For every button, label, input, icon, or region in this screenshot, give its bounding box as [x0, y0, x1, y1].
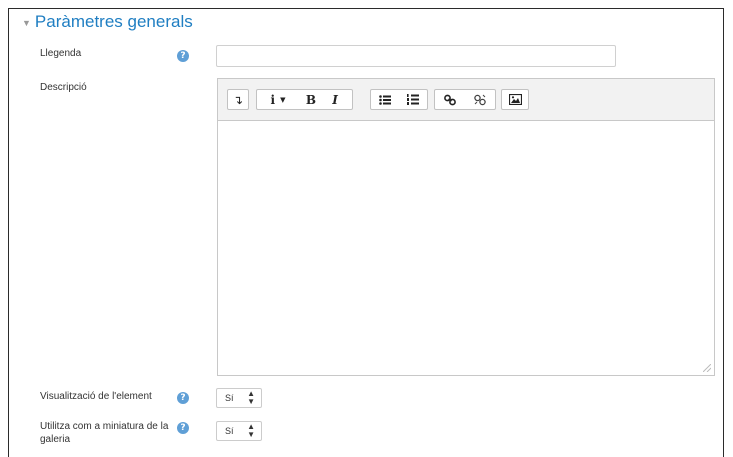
visibility-label: Visualització de l'element: [40, 391, 152, 402]
description-editor[interactable]: ↴ i ▼ B I: [217, 78, 715, 376]
italic-button[interactable]: I: [323, 90, 347, 109]
link-button[interactable]: [435, 90, 465, 109]
unordered-list-button[interactable]: [371, 90, 399, 109]
image-button-inner: [502, 90, 528, 109]
unordered-list-icon: [379, 94, 391, 105]
bold-button[interactable]: B: [299, 90, 323, 109]
info-icon: i: [270, 92, 276, 107]
text-format-group: i ▼ B I: [256, 89, 353, 110]
collapse-arrow-icon: ↴: [232, 92, 244, 107]
select-arrows-icon: ▲ ▼: [247, 389, 255, 406]
help-icon[interactable]: ?: [177, 392, 189, 404]
caption-label: Llegenda: [40, 48, 82, 59]
collapse-toolbar-button[interactable]: ↴: [227, 89, 249, 110]
image-icon: [508, 94, 522, 105]
link-group: [434, 89, 496, 110]
resize-handle-icon[interactable]: [703, 364, 711, 372]
ordered-list-icon: [407, 94, 419, 105]
thumbnail-select[interactable]: Sí ▲ ▼: [216, 421, 262, 441]
visibility-select[interactable]: Sí ▲ ▼: [216, 388, 262, 408]
unlink-button[interactable]: [465, 90, 495, 109]
thumbnail-label: Utilitza com a miniatura de la galeria: [40, 421, 169, 445]
unlink-icon: [474, 94, 486, 105]
caption-input[interactable]: [216, 45, 616, 67]
section-header[interactable]: ▼ Paràmetres generals: [22, 12, 193, 32]
list-group: [370, 89, 428, 110]
info-dropdown-button[interactable]: i ▼: [257, 90, 299, 109]
ordered-list-button[interactable]: [399, 90, 427, 109]
visibility-value: Sí: [225, 393, 234, 403]
link-icon: [444, 94, 456, 105]
help-icon[interactable]: ?: [177, 50, 189, 62]
dropdown-arrow-icon: ▼: [280, 95, 286, 104]
select-arrows-icon: ▲ ▼: [247, 422, 255, 439]
help-icon[interactable]: ?: [177, 422, 189, 434]
caret-down-icon: ▼: [22, 18, 31, 28]
thumbnail-value: Sí: [225, 426, 234, 436]
description-label: Descripció: [40, 82, 87, 93]
image-button[interactable]: [501, 89, 529, 110]
editor-toolbar: ↴ i ▼ B I: [218, 79, 714, 121]
section-title: Paràmetres generals: [34, 12, 193, 31]
